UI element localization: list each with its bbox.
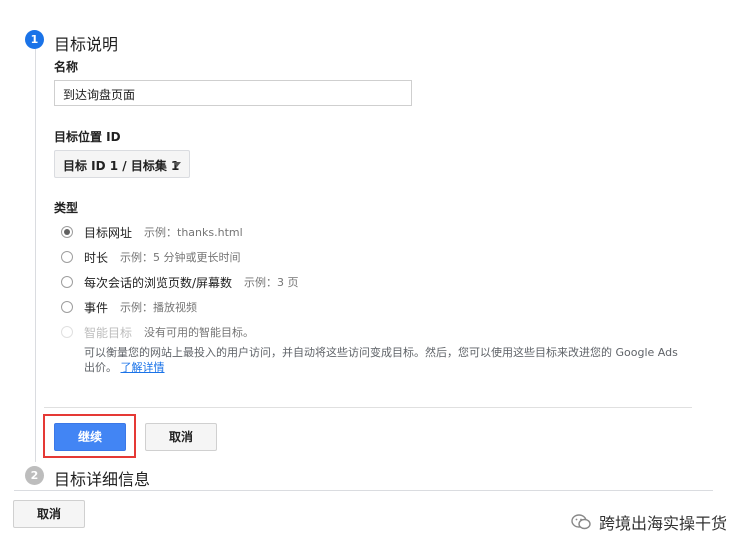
radio-icon[interactable] — [61, 276, 73, 288]
wechat-icon — [571, 514, 591, 530]
type-option-label: 每次会话的浏览页数/屏幕数 — [84, 275, 233, 290]
type-option-example: 示例：thanks.html — [144, 226, 243, 239]
smart-goals-text: 可以衡量您的网站上最投入的用户访问，并自动将这些访问变成目标。然后，您可以使用这… — [84, 346, 678, 374]
goal-name-input[interactable]: 到达询盘页面 — [54, 80, 412, 106]
type-option-example: 示例：3 页 — [244, 276, 299, 289]
watermark-text: 跨境出海实操干货 — [598, 514, 727, 533]
type-option-event[interactable]: 事件 示例：播放视频 — [61, 297, 197, 317]
footer-divider — [14, 490, 713, 491]
continue-button[interactable]: 继续 — [54, 423, 126, 451]
type-option-example: 示例：播放视频 — [120, 301, 198, 314]
radio-icon[interactable] — [61, 226, 73, 238]
step-1-title: 目标说明 — [54, 35, 119, 54]
type-option-label: 事件 — [84, 300, 109, 315]
type-option-label: 目标网址 — [84, 225, 133, 240]
type-option-label: 时长 — [84, 250, 109, 265]
type-option-example: 示例：5 分钟或更长时间 — [120, 251, 241, 264]
name-label: 名称 — [54, 60, 79, 74]
footer-cancel-button[interactable]: 取消 — [13, 500, 85, 528]
step-2-title: 目标详细信息 — [54, 470, 151, 489]
type-label: 类型 — [54, 201, 79, 215]
type-option-smart: 智能目标 没有可用的智能目标。 — [61, 322, 254, 342]
cancel-button[interactable]: 取消 — [145, 423, 217, 451]
goal-slot-selected: 目标 ID 1 / 目标集 1 — [63, 159, 180, 173]
type-option-example: 没有可用的智能目标。 — [144, 326, 255, 339]
goal-slot-dropdown[interactable]: 目标 ID 1 / 目标集 1 — [54, 150, 190, 178]
step-1-badge: 1 — [25, 30, 44, 49]
type-option-destination[interactable]: 目标网址 示例：thanks.html — [61, 222, 243, 242]
type-option-label: 智能目标 — [84, 325, 133, 340]
goal-slot-label: 目标位置 ID — [54, 130, 121, 144]
chevron-down-icon — [173, 162, 181, 167]
step-2-badge: 2 — [25, 466, 44, 485]
radio-icon[interactable] — [61, 301, 73, 313]
radio-icon[interactable] — [61, 251, 73, 263]
radio-icon — [61, 326, 73, 338]
learn-more-link[interactable]: 了解详情 — [121, 361, 165, 374]
type-option-pages[interactable]: 每次会话的浏览页数/屏幕数 示例：3 页 — [61, 272, 299, 292]
section-divider — [44, 407, 692, 408]
type-option-duration[interactable]: 时长 示例：5 分钟或更长时间 — [61, 247, 241, 267]
watermark: 跨境出海实操干货 — [571, 510, 727, 534]
stepper-line — [35, 46, 36, 462]
smart-goals-description: 可以衡量您的网站上最投入的用户访问，并自动将这些访问变成目标。然后，您可以使用这… — [84, 345, 684, 375]
